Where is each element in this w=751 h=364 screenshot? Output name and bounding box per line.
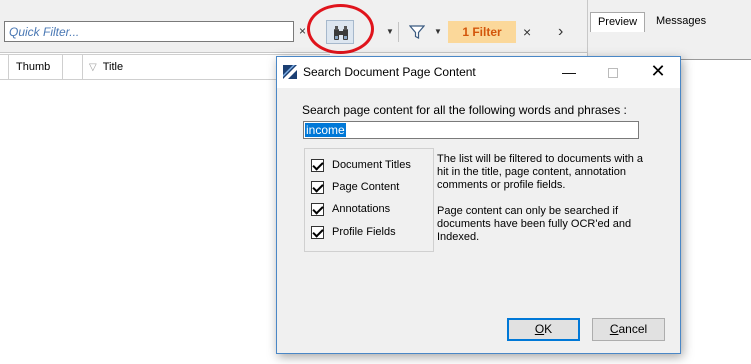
help-text-ocr: Page content can only be searched if doc… xyxy=(437,205,632,243)
ok-button[interactable]: OK xyxy=(507,318,580,341)
ok-label-rest: K xyxy=(544,322,553,336)
option-page-content[interactable]: Page Content xyxy=(311,179,399,195)
filter-funnel-icon[interactable] xyxy=(409,24,425,40)
close-button[interactable]: ✕ xyxy=(636,57,680,88)
main-toolbar: × ▼ ▼ 1 Filter × › xyxy=(0,0,587,54)
tab-messages[interactable]: Messages xyxy=(650,12,712,32)
cancel-label-rest: ancel xyxy=(618,322,648,336)
option-label: Document Titles xyxy=(332,159,411,171)
column-title[interactable]: ▽ Title xyxy=(83,55,283,79)
app-logo-icon xyxy=(283,65,297,79)
minimize-icon: — xyxy=(562,64,576,80)
option-label: Page Content xyxy=(332,181,400,193)
checkbox-document-titles[interactable] xyxy=(311,158,324,172)
remove-filter-icon[interactable]: × xyxy=(523,25,531,39)
active-filter-badge[interactable]: 1 Filter xyxy=(448,21,516,43)
close-icon: ✕ xyxy=(650,61,666,81)
search-terms-input[interactable]: income xyxy=(303,121,639,139)
preview-pane-header: Preview Messages xyxy=(587,0,751,60)
binoculars-icon xyxy=(334,26,348,40)
column-filter-icon[interactable]: ▽ xyxy=(89,62,97,73)
tab-preview[interactable]: Preview xyxy=(590,12,645,32)
option-label: Profile Fields xyxy=(332,226,396,238)
filter-dropdown-arrow-icon[interactable]: ▼ xyxy=(434,28,442,36)
dialog-titlebar[interactable]: Search Document Page Content — ✕ xyxy=(277,57,680,88)
option-document-titles[interactable]: Document Titles xyxy=(311,157,411,173)
column-thumb[interactable]: Thumb xyxy=(9,55,63,79)
ok-mnemonic: O xyxy=(534,322,545,336)
toolbar-separator xyxy=(398,22,399,42)
search-prompt-label: Search page content for all the followin… xyxy=(302,103,627,117)
minimize-button[interactable]: — xyxy=(547,57,591,88)
search-dropdown-arrow-icon[interactable]: ▼ xyxy=(386,28,394,36)
column-select[interactable] xyxy=(0,55,9,79)
checkbox-profile-fields[interactable] xyxy=(311,225,324,239)
option-profile-fields[interactable]: Profile Fields xyxy=(311,224,396,240)
search-scope-group: Document Titles Page Content Annotations… xyxy=(304,148,434,252)
quick-filter-input[interactable] xyxy=(4,21,294,42)
checkbox-page-content[interactable] xyxy=(311,180,324,194)
checkbox-annotations[interactable] xyxy=(311,202,324,216)
chevron-right-icon[interactable]: › xyxy=(558,24,563,40)
option-annotations[interactable]: Annotations xyxy=(311,201,390,217)
column-title-label: Title xyxy=(102,61,124,73)
dialog-title: Search Document Page Content xyxy=(303,65,476,79)
maximize-button xyxy=(591,57,635,88)
cancel-button[interactable]: Cancel xyxy=(592,318,665,341)
option-label: Annotations xyxy=(332,203,391,215)
search-terms-value: income xyxy=(305,123,346,137)
search-content-button[interactable] xyxy=(326,20,354,44)
search-content-dialog: Search Document Page Content — ✕ Search … xyxy=(276,56,681,354)
help-text-filter: The list will be filtered to documents w… xyxy=(437,153,644,191)
column-spacer[interactable] xyxy=(63,55,83,79)
maximize-icon xyxy=(608,67,618,78)
clear-quick-filter-icon[interactable]: × xyxy=(299,25,306,37)
